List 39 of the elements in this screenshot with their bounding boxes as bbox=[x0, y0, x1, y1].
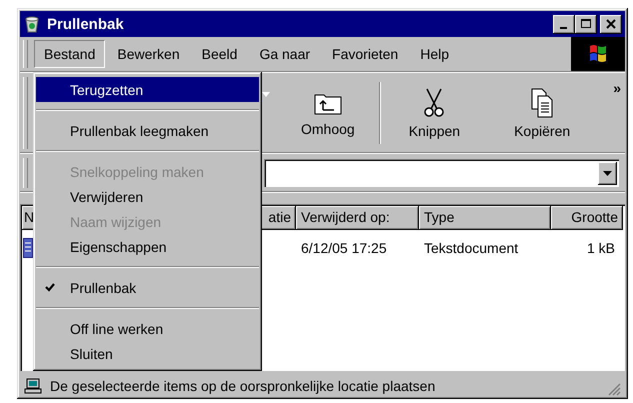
status-text: De geselecteerde items op de oorspronkelijke locatie plaatsen bbox=[50, 378, 436, 394]
column-header[interactable]: Grootte bbox=[551, 206, 623, 230]
menu-item[interactable]: Terugzetten bbox=[36, 77, 259, 102]
address-field[interactable] bbox=[264, 159, 619, 187]
column-header[interactable]: Type bbox=[419, 206, 551, 230]
table-cell: Tekstdocument bbox=[424, 240, 518, 256]
menu-bar-item[interactable]: Ga naar bbox=[249, 40, 320, 68]
close-button[interactable] bbox=[600, 14, 622, 34]
minimize-button[interactable] bbox=[553, 14, 575, 34]
window-title: Prullenbak bbox=[47, 16, 124, 32]
minimize-icon bbox=[560, 26, 566, 28]
close-icon bbox=[606, 19, 616, 29]
resize-grip-icon[interactable] bbox=[607, 382, 621, 396]
menu-item[interactable]: Prullenbak bbox=[36, 275, 259, 300]
windows-logo-icon bbox=[571, 37, 625, 71]
menu-bar-item[interactable]: Bewerken bbox=[107, 40, 190, 68]
menu-item[interactable]: Prullenbak leegmaken bbox=[36, 118, 259, 143]
menu-bar-item[interactable]: Bestand bbox=[34, 40, 106, 68]
menu-item[interactable]: Off line werken bbox=[36, 316, 259, 341]
computer-icon bbox=[24, 378, 42, 394]
menu-item[interactable]: Sluiten bbox=[36, 341, 259, 366]
dropdown-button[interactable] bbox=[598, 162, 617, 184]
menu-bar-item[interactable]: Favorieten bbox=[322, 40, 408, 68]
table-cell: 6/12/05 17:25 bbox=[301, 240, 387, 256]
column-header[interactable]: Verwijderd op: bbox=[296, 206, 419, 230]
menu-item[interactable]: Eigenschappen bbox=[36, 234, 259, 259]
maximize-button[interactable] bbox=[575, 14, 597, 34]
recycle-bin-icon bbox=[23, 15, 41, 33]
document-icon bbox=[23, 238, 33, 258]
maximize-icon bbox=[581, 19, 591, 29]
copy-button[interactable]: Kopiëren bbox=[508, 87, 576, 139]
menu-bar-item[interactable]: Beeld bbox=[192, 40, 248, 68]
cut-button[interactable]: Knippen bbox=[402, 87, 466, 139]
table-cell: 1 kB bbox=[586, 240, 615, 256]
menu-item[interactable]: Verwijderen bbox=[36, 184, 259, 209]
caret-icon bbox=[603, 170, 612, 176]
more-button[interactable]: » bbox=[609, 80, 625, 96]
up-button[interactable]: Omhoog bbox=[295, 89, 361, 137]
menu-bar-item[interactable]: Help bbox=[410, 40, 459, 68]
